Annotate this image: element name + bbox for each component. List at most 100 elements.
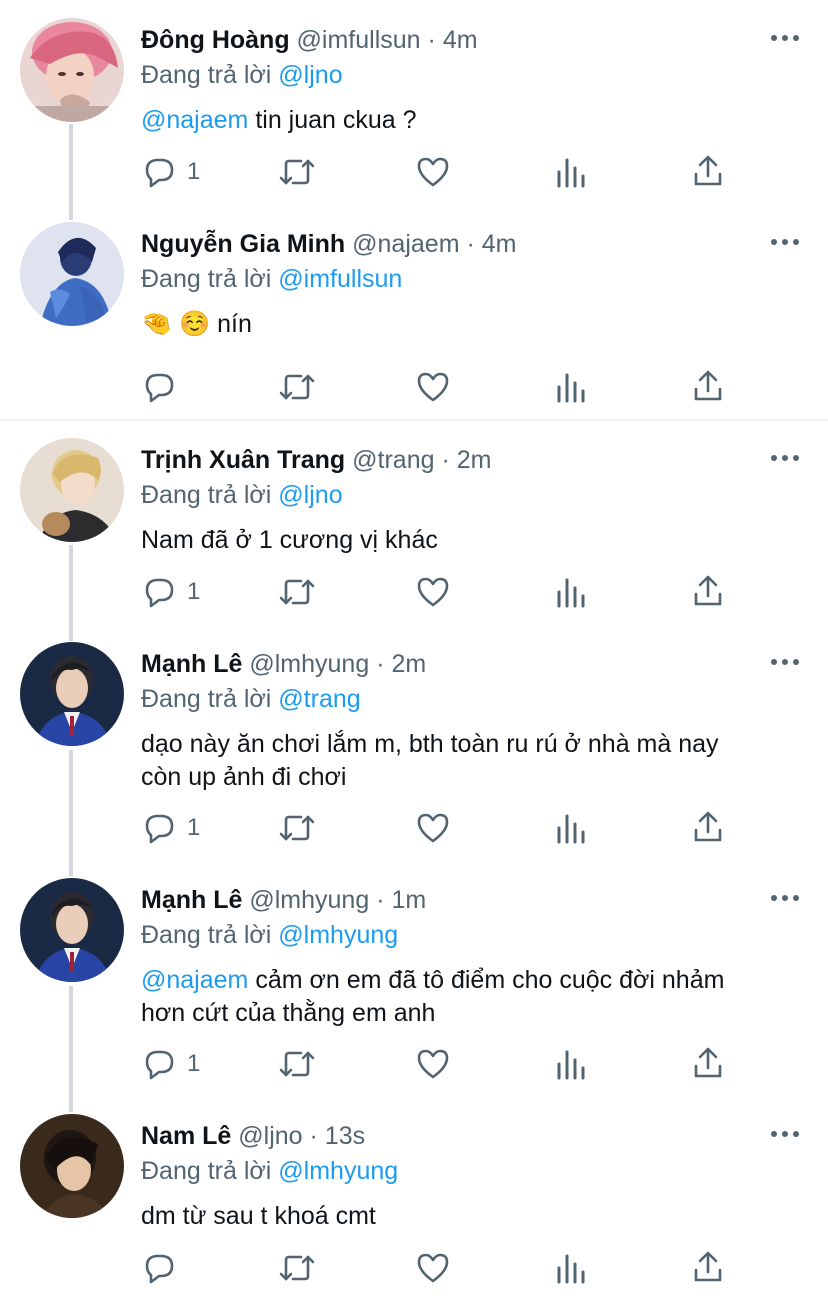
replying-label: Đang trả lời [141,1157,272,1185]
separator-dot: · [376,886,385,914]
share-icon [692,1046,724,1082]
more-options-icon[interactable] [770,232,800,252]
reply-count: 1 [187,578,201,605]
timestamp[interactable]: 2m [457,446,492,474]
share-button[interactable] [692,154,724,190]
views-button[interactable] [555,574,587,610]
tweet-actions: 1 [141,574,741,610]
more-options-icon[interactable] [770,1124,800,1144]
replying-to-link[interactable]: @imfullsun [278,265,402,293]
replying-to-link[interactable]: @ljno [278,481,342,509]
views-button[interactable] [555,1250,587,1286]
replying-to-link[interactable]: @lmhyung [278,1157,398,1185]
retweet-icon [277,369,317,405]
share-button[interactable] [692,1046,724,1082]
avatar[interactable] [20,438,124,542]
like-button[interactable] [415,154,451,190]
timestamp[interactable]: 4m [443,26,478,54]
views-button[interactable] [555,810,587,846]
tweet-text: @najaem cảm ơn em đã tô điểm cho cuộc đờ… [141,964,798,1030]
like-button[interactable] [415,574,451,610]
share-button[interactable] [692,810,724,846]
views-button[interactable] [555,154,587,190]
share-button[interactable] [692,574,724,610]
tweet[interactable]: Nam Lê @ljno · 13s Đang trả lời @lmhyung… [0,1114,828,1300]
like-button[interactable] [415,1046,451,1082]
heart-icon [415,810,451,846]
replying-label: Đang trả lời [141,61,272,89]
share-button[interactable] [692,1250,724,1286]
display-name[interactable]: Mạnh Lê [141,650,242,678]
replying-label: Đang trả lời [141,685,272,713]
retweet-button[interactable] [277,1250,317,1286]
retweet-button[interactable] [277,369,317,405]
display-name[interactable]: Nam Lê [141,1122,231,1150]
avatar[interactable] [20,642,124,746]
tweet-header: Nam Lê @ljno · 13s [141,1121,758,1151]
more-options-icon[interactable] [770,652,800,672]
tweet[interactable]: Nguyễn Gia Minh @najaem · 4m Đang trả lờ… [0,222,828,412]
retweet-button[interactable] [277,154,317,190]
reply-button[interactable]: 1 [141,1046,200,1082]
views-button[interactable] [555,1046,587,1082]
tweet[interactable]: Trịnh Xuân Trang @trang · 2m Đang trả lờ… [0,438,828,628]
user-handle[interactable]: @ljno [238,1122,302,1150]
more-options-icon[interactable] [770,448,800,468]
tweet[interactable]: Mạnh Lê @lmhyung · 1m Đang trả lời @lmhy… [0,878,828,1098]
reply-button[interactable]: 1 [141,810,200,846]
display-name[interactable]: Mạnh Lê [141,886,242,914]
avatar[interactable] [20,1114,124,1218]
like-button[interactable] [415,1250,451,1286]
user-handle[interactable]: @lmhyung [249,886,369,914]
retweet-button[interactable] [277,1046,317,1082]
avatar[interactable] [20,18,124,122]
replying-label: Đang trả lời [141,481,272,509]
mention-link[interactable]: @najaem [141,966,248,994]
mention-link[interactable]: @najaem [141,106,248,134]
retweet-button[interactable] [277,574,317,610]
tweet-text-line: còn up ảnh đi chơi [141,763,347,791]
display-name[interactable]: Trịnh Xuân Trang [141,446,345,474]
reply-button[interactable]: 1 [141,574,200,610]
reply-button[interactable] [141,369,177,405]
user-handle[interactable]: @najaem [352,230,459,258]
timestamp[interactable]: 13s [325,1122,365,1150]
display-name[interactable]: Nguyễn Gia Minh [141,230,345,258]
like-button[interactable] [415,369,451,405]
display-name[interactable]: Đông Hoàng [141,26,290,54]
tweet-actions: 1 [141,154,741,190]
bar-chart-icon [555,1250,587,1286]
user-handle[interactable]: @lmhyung [249,650,369,678]
replying-to: Đang trả lời @lmhyung [141,1156,398,1186]
retweet-icon [277,154,317,190]
tweet-actions [141,369,741,405]
tweet-text: @najaem tin juan ckua ? [141,104,798,137]
more-options-icon[interactable] [770,888,800,908]
timestamp[interactable]: 1m [391,886,426,914]
avatar[interactable] [20,222,124,326]
reply-button[interactable]: 1 [141,154,200,190]
like-button[interactable] [415,810,451,846]
separator-dot: · [466,230,475,258]
replying-to-link[interactable]: @trang [278,685,360,713]
timestamp[interactable]: 2m [391,650,426,678]
retweet-button[interactable] [277,810,317,846]
replying-to-link[interactable]: @lmhyung [278,921,398,949]
user-handle[interactable]: @imfullsun [297,26,421,54]
share-button[interactable] [692,369,724,405]
reply-button[interactable] [141,1250,177,1286]
retweet-icon [277,810,317,846]
section-divider [0,419,828,421]
more-options-icon[interactable] [770,28,800,48]
share-icon [692,369,724,405]
tweet-text-line: @najaem cảm ơn em đã tô điểm cho cuộc đờ… [141,964,798,997]
user-handle[interactable]: @trang [352,446,434,474]
tweet[interactable]: Mạnh Lê @lmhyung · 2m Đang trả lời @tran… [0,642,828,862]
replying-to-link[interactable]: @ljno [278,61,342,89]
avatar[interactable] [20,878,124,982]
bar-chart-icon [555,154,587,190]
timestamp[interactable]: 4m [482,230,517,258]
tweet[interactable]: Đông Hoàng @imfullsun · 4m Đang trả lời … [0,18,828,208]
replying-to: Đang trả lời @lmhyung [141,920,398,950]
views-button[interactable] [555,369,587,405]
